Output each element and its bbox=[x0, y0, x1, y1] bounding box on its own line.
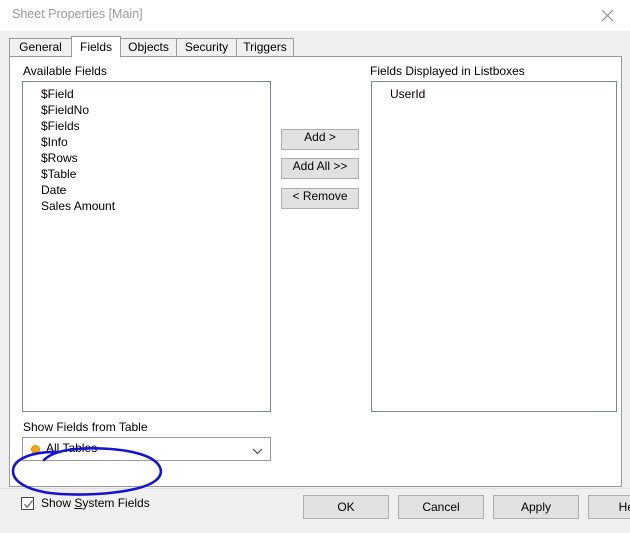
sheet-properties-dialog: Sheet Properties [Main] General Fields O… bbox=[0, 0, 630, 533]
available-fields-label: Available Fields bbox=[23, 64, 107, 78]
chevron-down-icon[interactable] bbox=[252, 445, 263, 455]
cancel-button[interactable]: Cancel bbox=[398, 495, 484, 519]
dropdown-selected-value: All Tables bbox=[46, 441, 98, 455]
apply-button[interactable]: Apply bbox=[493, 495, 579, 519]
ok-button[interactable]: OK bbox=[303, 495, 389, 519]
show-system-fields-checkbox[interactable]: Show System Fields bbox=[21, 494, 150, 512]
list-item[interactable]: $Table bbox=[23, 166, 270, 182]
list-item[interactable]: $Rows bbox=[23, 150, 270, 166]
tab-security[interactable]: Security bbox=[176, 38, 237, 57]
show-fields-from-table-label: Show Fields from Table bbox=[23, 420, 148, 434]
tab-general[interactable]: General bbox=[9, 38, 72, 57]
tab-objects[interactable]: Objects bbox=[120, 38, 177, 57]
list-item[interactable]: $Info bbox=[23, 134, 270, 150]
displayed-fields-label: Fields Displayed in Listboxes bbox=[370, 64, 525, 78]
label-suffix: ystem Fields bbox=[82, 496, 150, 510]
show-system-fields-label: Show System Fields bbox=[41, 496, 150, 510]
title-bar: Sheet Properties [Main] bbox=[0, 0, 630, 31]
close-icon[interactable] bbox=[585, 0, 630, 30]
remove-button[interactable]: < Remove bbox=[281, 188, 359, 209]
available-fields-listbox[interactable]: $Field $FieldNo $Fields $Info $Rows $Tab… bbox=[22, 81, 271, 412]
help-button[interactable]: Help bbox=[588, 495, 630, 519]
add-all-button[interactable]: Add All >> bbox=[281, 158, 359, 179]
show-fields-from-table-dropdown[interactable]: All Tables bbox=[22, 437, 271, 461]
check-icon[interactable] bbox=[21, 496, 34, 510]
tab-strip: General Fields Objects Security Triggers bbox=[9, 36, 623, 58]
displayed-fields-listbox[interactable]: UserId bbox=[371, 81, 617, 412]
fields-tab-panel: Available Fields $Field $FieldNo $Fields… bbox=[9, 56, 622, 487]
list-item[interactable]: Sales Amount bbox=[23, 198, 270, 214]
dialog-bottom-strip bbox=[0, 527, 630, 533]
list-item[interactable]: UserId bbox=[372, 86, 616, 102]
table-indicator-icon bbox=[31, 445, 40, 454]
list-item[interactable]: $Field bbox=[23, 86, 270, 102]
list-item[interactable]: $Fields bbox=[23, 118, 270, 134]
footer-separator bbox=[0, 488, 630, 489]
list-item[interactable]: Date bbox=[23, 182, 270, 198]
dialog-client-area: General Fields Objects Security Triggers… bbox=[0, 31, 630, 533]
window-title: Sheet Properties [Main] bbox=[12, 7, 143, 21]
add-button[interactable]: Add > bbox=[281, 129, 359, 150]
list-item[interactable]: $FieldNo bbox=[23, 102, 270, 118]
tab-triggers[interactable]: Triggers bbox=[236, 38, 294, 57]
tab-fields[interactable]: Fields bbox=[71, 36, 121, 58]
